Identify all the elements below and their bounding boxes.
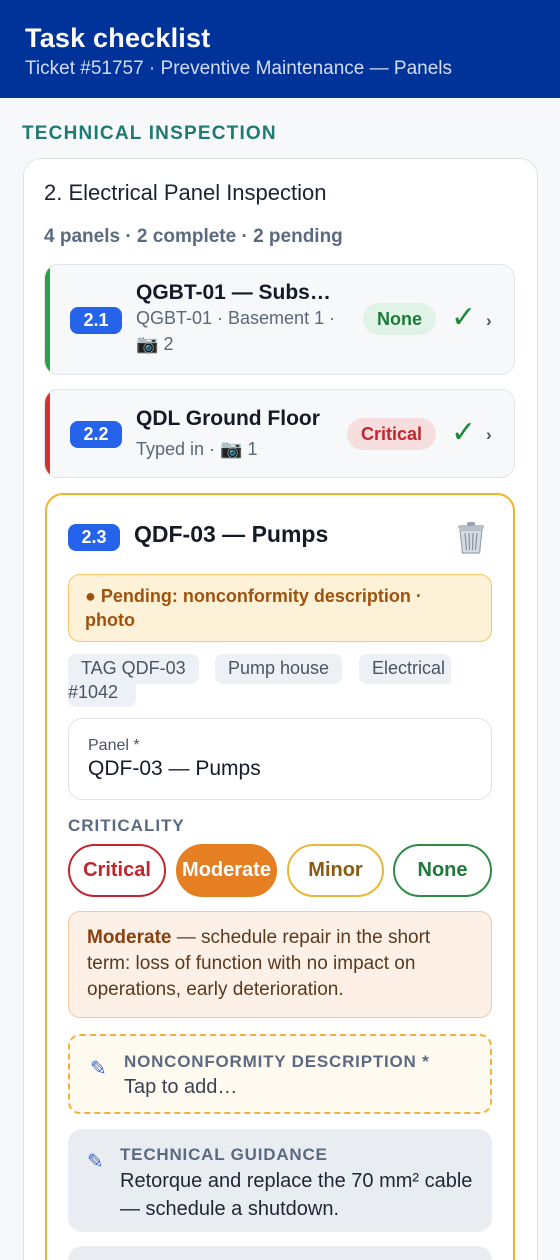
criticality-description: Moderate — schedule repair in the short … (68, 911, 492, 1018)
active-panel-name: QDF-03 — Pumps (134, 521, 329, 547)
photo-count: 📷 2 (136, 334, 174, 354)
status-stripe (45, 265, 50, 374)
tag-chip: Electrical (359, 654, 451, 684)
criticality-label: CRITICALITY (68, 816, 185, 835)
checkmark-icon: ✓ (451, 416, 477, 449)
tag-chip-wrapped: #1042 (68, 681, 136, 707)
task-summary: 4 panels · 2 complete · 2 pending (44, 226, 343, 247)
chevron-right-icon[interactable]: › (486, 425, 492, 445)
criticality-option-critical[interactable]: Critical (68, 844, 166, 897)
trash-icon[interactable] (455, 521, 487, 555)
page-subtitle: Ticket #51757 · Preventive Maintenance —… (25, 58, 453, 79)
panel-meta: Typed in · 📷 1 (136, 439, 258, 459)
panel-name: QDL Ground Floor (136, 407, 320, 430)
camera-icon: 📷 (220, 439, 243, 459)
technical-guidance[interactable]: ✎ TECHNICAL GUIDANCE Retorque and replac… (68, 1129, 492, 1232)
panel-field-label: Panel * (88, 737, 140, 754)
panel-number-badge: 2.1 (70, 307, 122, 334)
camera-icon: 📷 (136, 334, 159, 354)
status-stripe (45, 390, 50, 477)
panel-field-value[interactable]: QDF-03 — Pumps (88, 757, 472, 781)
guidance-label: TECHNICAL GUIDANCE (120, 1145, 328, 1164)
panel-number-badge: 2.2 (70, 421, 122, 448)
guidance-text: Retorque and replace the 70 mm² cable — … (120, 1170, 473, 1220)
task-title: 2. Electrical Panel Inspection (44, 180, 327, 205)
criticality-option-moderate[interactable]: Moderate (176, 844, 277, 897)
section-title: TECHNICAL INSPECTION (22, 123, 277, 144)
nonconformity-label: NONCONFORMITY DESCRIPTION * (124, 1052, 430, 1071)
tag-chip: Pump house (215, 654, 343, 684)
panel-number-badge: 2.3 (68, 524, 120, 551)
checkmark-icon: ✓ (451, 301, 477, 334)
criticality-pill: Critical (347, 418, 436, 450)
app-header: Task checklist Ticket #51757 · Preventiv… (0, 0, 560, 98)
panel-field[interactable]: Panel * QDF-03 — Pumps (68, 718, 492, 800)
tag-chip: TAG QDF-03 (68, 654, 199, 684)
criticality-option-none[interactable]: None (393, 844, 492, 897)
criticality-pill: None (363, 303, 436, 335)
pencil-icon: ✎ (87, 1151, 104, 1173)
page-title: Task checklist (25, 23, 211, 53)
nonconformity-field[interactable]: ✎ NONCONFORMITY DESCRIPTION * Tap to add… (68, 1034, 492, 1114)
next-field-card[interactable] (68, 1246, 492, 1260)
chevron-right-icon[interactable]: › (486, 311, 492, 331)
criticality-option-minor[interactable]: Minor (287, 844, 384, 897)
nonconformity-placeholder[interactable]: Tap to add… (124, 1076, 237, 1099)
panel-meta: QGBT-01 · Basement 1 · (136, 308, 336, 328)
panel-name: QGBT-01 — Subs… (136, 281, 331, 304)
pending-notice: ● Pending: nonconformity description · p… (68, 574, 492, 642)
pencil-icon: ✎ (90, 1058, 107, 1080)
